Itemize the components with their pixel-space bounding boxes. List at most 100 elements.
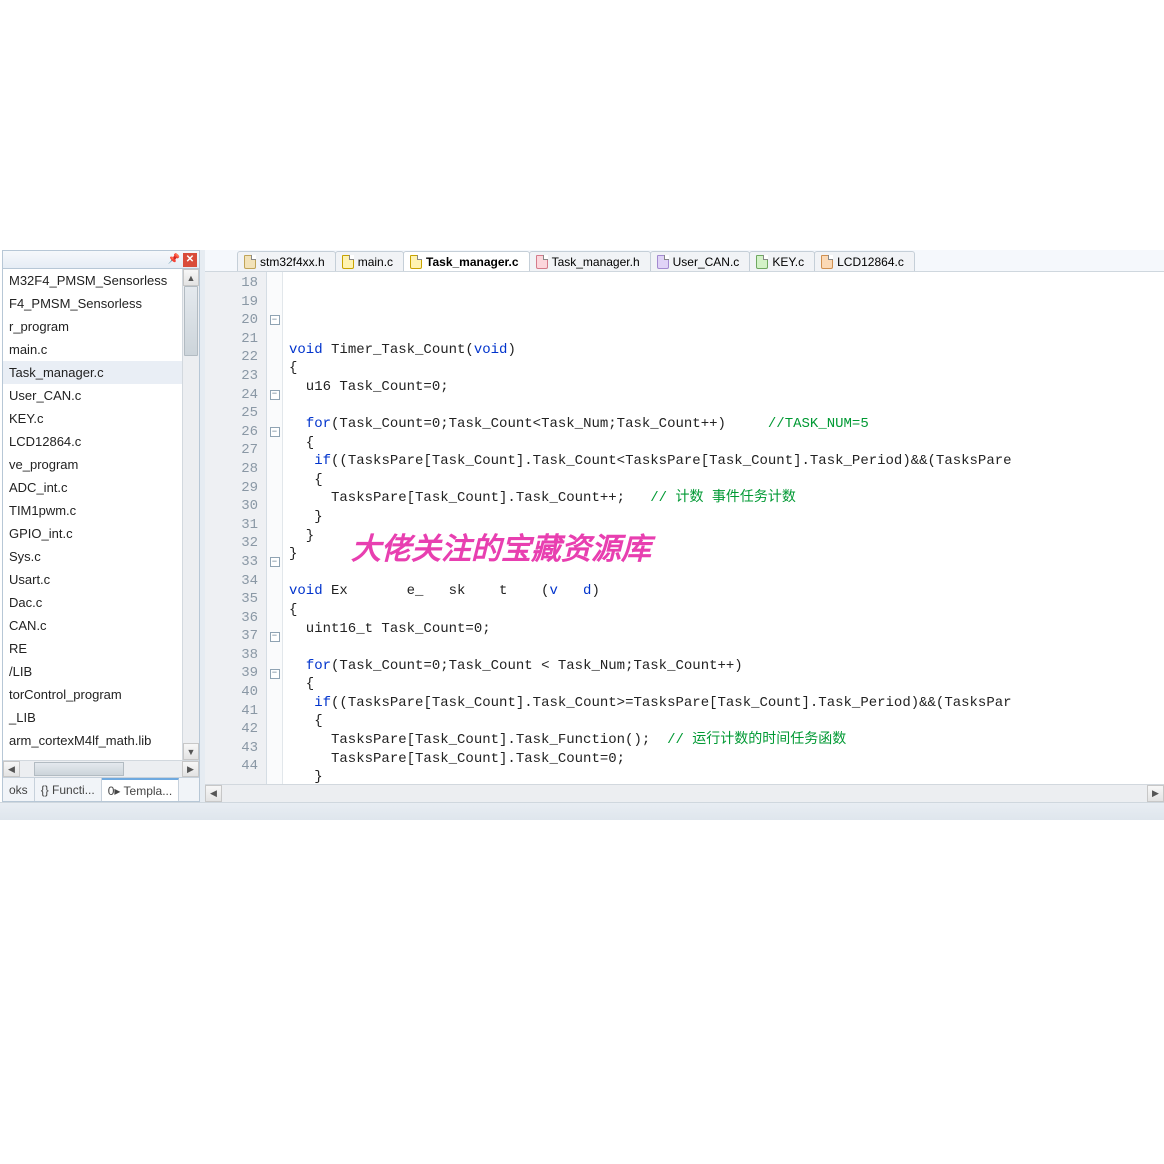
sidebar-tab[interactable]: 0▸ Templa...	[102, 778, 180, 801]
file-tab[interactable]: Task_manager.c	[403, 251, 530, 271]
editor-scroll-right-button[interactable]: ▶	[1147, 785, 1164, 802]
fold-cell[interactable]: −	[267, 386, 282, 405]
code-line[interactable]	[289, 564, 1164, 583]
tree-item[interactable]: CAN.c	[3, 614, 182, 637]
code-line[interactable]: }	[289, 508, 1164, 527]
tree-item[interactable]: M32F4_PMSM_Sensorless	[3, 269, 182, 292]
code-body[interactable]: 大佬关注的宝藏资源库 void Timer_Task_Count(void){ …	[283, 272, 1164, 784]
fold-cell[interactable]	[267, 609, 282, 628]
code-area[interactable]: 1819202122232425262728293031323334353637…	[205, 272, 1164, 784]
fold-cell[interactable]: −	[267, 664, 282, 683]
fold-cell[interactable]	[267, 330, 282, 349]
fold-cell[interactable]	[267, 348, 282, 367]
code-line[interactable]: }	[289, 545, 1164, 564]
scroll-up-button[interactable]: ▲	[183, 269, 199, 286]
scroll-track[interactable]	[183, 286, 199, 743]
file-tab[interactable]: LCD12864.c	[814, 251, 915, 271]
code-line[interactable]: if((TasksPare[Task_Count].Task_Count<Tas…	[289, 452, 1164, 471]
code-line[interactable]: {	[289, 712, 1164, 731]
code-line[interactable]: uint16_t Task_Count=0;	[289, 620, 1164, 639]
fold-cell[interactable]	[267, 516, 282, 535]
tree-item[interactable]: Task_manager.c	[3, 361, 182, 384]
editor-hscroll-track[interactable]	[222, 785, 1147, 802]
tree-item[interactable]: torControl_program	[3, 683, 182, 706]
fold-cell[interactable]: −	[267, 553, 282, 572]
code-line[interactable]: }	[289, 527, 1164, 546]
tree-item[interactable]: _LIB	[3, 706, 182, 729]
fold-cell[interactable]	[267, 683, 282, 702]
fold-toggle-icon[interactable]: −	[270, 632, 280, 642]
fold-cell[interactable]	[267, 293, 282, 312]
code-line[interactable]: {	[289, 471, 1164, 490]
fold-toggle-icon[interactable]: −	[270, 390, 280, 400]
tree-item[interactable]: /LIB	[3, 660, 182, 683]
fold-cell[interactable]	[267, 702, 282, 721]
tree-item[interactable]: GPIO_int.c	[3, 522, 182, 545]
fold-cell[interactable]	[267, 274, 282, 293]
code-line[interactable]	[289, 322, 1164, 341]
fold-toggle-icon[interactable]: −	[270, 427, 280, 437]
tree-item[interactable]: KEY.c	[3, 407, 182, 430]
sidebar-tab[interactable]: oks	[3, 778, 35, 801]
fold-cell[interactable]	[267, 441, 282, 460]
fold-cell[interactable]	[267, 590, 282, 609]
code-line[interactable]: {	[289, 675, 1164, 694]
editor-hscrollbar[interactable]: ◀ ▶	[205, 784, 1164, 802]
sidebar-tab[interactable]: {} Functi...	[35, 778, 102, 801]
code-line[interactable]: for(Task_Count=0;Task_Count < Task_Num;T…	[289, 657, 1164, 676]
hscroll-thumb[interactable]	[34, 762, 124, 776]
file-tab[interactable]: Task_manager.h	[529, 251, 651, 271]
pin-icon[interactable]: 📌	[167, 253, 181, 267]
scroll-left-button[interactable]: ◀	[3, 761, 20, 777]
tree-item[interactable]: Dac.c	[3, 591, 182, 614]
file-tab[interactable]: KEY.c	[749, 251, 815, 271]
tree-item[interactable]: arm_cortexM4lf_math.lib	[3, 729, 182, 752]
fold-cell[interactable]	[267, 572, 282, 591]
code-line[interactable]: void Ex e_ sk t (v d)	[289, 582, 1164, 601]
editor-scroll-left-button[interactable]: ◀	[205, 785, 222, 802]
fold-cell[interactable]: −	[267, 627, 282, 646]
fold-cell[interactable]	[267, 720, 282, 739]
code-line[interactable]: for(Task_Count=0;Task_Count<Task_Num;Tas…	[289, 415, 1164, 434]
code-line[interactable]: void Timer_Task_Count(void)	[289, 341, 1164, 360]
file-tab[interactable]: main.c	[335, 251, 404, 271]
fold-toggle-icon[interactable]: −	[270, 557, 280, 567]
code-line[interactable]: TasksPare[Task_Count].Task_Count++; // 计…	[289, 489, 1164, 508]
fold-cell[interactable]: −	[267, 423, 282, 442]
tree-item[interactable]: TIM1pwm.c	[3, 499, 182, 522]
tree-item[interactable]: r_program	[3, 315, 182, 338]
fold-column[interactable]: − − − − − −	[267, 272, 283, 784]
tree-item[interactable]: RE	[3, 637, 182, 660]
sidebar-hscrollbar[interactable]: ◀ ▶	[3, 760, 199, 777]
fold-toggle-icon[interactable]: −	[270, 315, 280, 325]
fold-cell[interactable]	[267, 460, 282, 479]
tree-item[interactable]: ve_program	[3, 453, 182, 476]
tree-item[interactable]: Sys.c	[3, 545, 182, 568]
tree-item[interactable]: F4_PMSM_Sensorless	[3, 292, 182, 315]
file-tab[interactable]: stm32f4xx.h	[237, 251, 336, 271]
file-tab[interactable]: User_CAN.c	[650, 251, 751, 271]
code-line[interactable]: TasksPare[Task_Count].Task_Count=0;	[289, 750, 1164, 769]
fold-cell[interactable]	[267, 367, 282, 386]
fold-cell[interactable]	[267, 497, 282, 516]
fold-toggle-icon[interactable]: −	[270, 669, 280, 679]
code-line[interactable]: {	[289, 359, 1164, 378]
tree-item[interactable]: User_CAN.c	[3, 384, 182, 407]
fold-cell[interactable]	[267, 739, 282, 758]
code-line[interactable]: TasksPare[Task_Count].Task_Function(); /…	[289, 731, 1164, 750]
scroll-down-button[interactable]: ▼	[183, 743, 199, 760]
tree-item[interactable]: ADC_int.c	[3, 476, 182, 499]
fold-cell[interactable]: −	[267, 311, 282, 330]
tree-item[interactable]: main.c	[3, 338, 182, 361]
close-icon[interactable]: ✕	[183, 253, 197, 267]
fold-cell[interactable]	[267, 757, 282, 776]
fold-cell[interactable]	[267, 646, 282, 665]
code-line[interactable]	[289, 638, 1164, 657]
code-line[interactable]: u16 Task_Count=0;	[289, 378, 1164, 397]
fold-cell[interactable]	[267, 479, 282, 498]
code-line[interactable]: {	[289, 434, 1164, 453]
fold-cell[interactable]	[267, 534, 282, 553]
tree-item[interactable]: Usart.c	[3, 568, 182, 591]
tree-item[interactable]: LCD12864.c	[3, 430, 182, 453]
fold-cell[interactable]	[267, 404, 282, 423]
